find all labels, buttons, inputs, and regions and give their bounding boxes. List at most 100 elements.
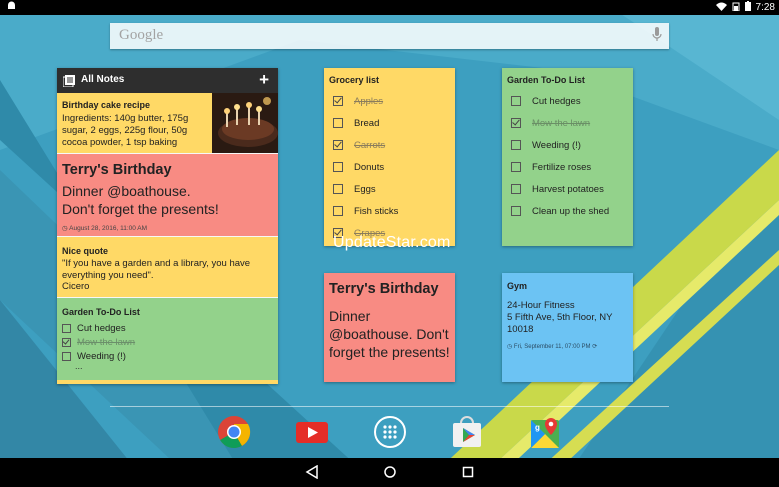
note-line: 5 Fifth Ave, 5th Floor, NY 10018 (507, 312, 613, 335)
list-item[interactable]: Weeding (!) (62, 349, 135, 363)
list-item[interactable]: Carrots (333, 134, 398, 156)
note-title: Nice quote (62, 246, 109, 256)
item-label: Carrots (354, 139, 386, 151)
app-drawer-icon[interactable] (372, 414, 408, 450)
checkbox[interactable] (511, 206, 521, 216)
checkbox[interactable] (333, 96, 343, 106)
android-notification-icon (7, 1, 16, 13)
note-body: Dinner @boathouse. Don't forget the pres… (329, 308, 450, 360)
maps-icon[interactable]: g (527, 414, 563, 450)
svg-text:g: g (535, 423, 540, 432)
checkbox[interactable] (62, 351, 71, 361)
quote-author: Cicero (62, 281, 90, 292)
checklist: Cut hedges Mow the lawn Weeding (!) Fert… (511, 90, 609, 222)
item-label: Mow the lawn (532, 117, 591, 129)
list-item[interactable]: Fish sticks (333, 200, 398, 222)
list-item[interactable]: Apples (333, 90, 398, 112)
list-item[interactable]: Mow the lawn (511, 112, 609, 134)
checklist: Cut hedges Mow the lawn Weeding (!) (62, 321, 135, 363)
all-notes-widget: All Notes + Birthday cake recipe Ingredi… (57, 68, 278, 384)
item-label: Clean up the shed (532, 205, 610, 217)
battery-icon (744, 1, 751, 14)
status-bar: 7:28 (0, 0, 779, 15)
checkbox[interactable] (333, 140, 343, 150)
mic-icon[interactable] (652, 27, 662, 47)
home-icon[interactable] (383, 465, 397, 479)
note-birthday-cake[interactable]: Birthday cake recipe Ingredients: 140g b… (57, 93, 278, 153)
item-label: Harvest potatoes (532, 183, 604, 195)
list-item[interactable]: Weeding (!) (511, 134, 609, 156)
list-title: Grocery list (329, 75, 380, 85)
note-line: 24-Hour Fitness (507, 300, 575, 311)
note-nice-quote[interactable]: Nice quote "If you have a garden and a l… (57, 237, 278, 297)
checkbox[interactable] (333, 184, 343, 194)
terrys-birthday-widget[interactable]: Terry's Birthday Dinner @boathouse. Don'… (324, 273, 455, 382)
more-indicator: ... (75, 361, 83, 371)
google-logo: Google (119, 27, 164, 43)
checklist: Apples Bread Carrots Donuts Eggs Fish st… (333, 90, 398, 244)
note-body: "If you have a garden and a library, you… (62, 258, 272, 293)
checkbox[interactable] (511, 184, 521, 194)
note-line: Don't forget the presents! (62, 201, 219, 217)
notes-list-icon (62, 74, 75, 92)
item-label: Weeding (!) (77, 350, 126, 362)
checkbox[interactable] (511, 140, 521, 150)
quote-text: "If you have a garden and a library, you… (62, 258, 251, 281)
checkbox[interactable] (62, 323, 71, 333)
repeat-icon: ⟳ (592, 344, 598, 350)
item-label: Bread (354, 117, 380, 129)
reminder-date: ◷ August 28, 2016, 11:00 AM (62, 224, 147, 232)
item-label: Fish sticks (354, 205, 399, 217)
reminder-date-text: Fri, September 11, 07:00 PM (513, 344, 591, 350)
checkbox[interactable] (333, 118, 343, 128)
note-line: Dinner @boathouse. (62, 183, 191, 199)
checkbox[interactable] (333, 206, 343, 216)
list-item[interactable]: Cut hedges (62, 321, 135, 335)
list-item[interactable]: Harvest potatoes (511, 178, 609, 200)
item-label: Apples (354, 95, 384, 107)
note-title: Birthday cake recipe (62, 100, 151, 110)
list-item[interactable]: Mow the lawn (62, 335, 135, 349)
note-body: Dinner @boathouse. Don't forget the pres… (62, 182, 219, 218)
clock-icon: ◷ (507, 344, 513, 350)
grocery-list-widget[interactable]: Grocery list Apples Bread Carrots Donuts… (324, 68, 455, 246)
signal-icon (732, 2, 740, 14)
checkbox[interactable] (511, 118, 521, 128)
list-item[interactable]: Eggs (333, 178, 398, 200)
home-screen: 7:28 Google All Notes + Birthday cake re… (0, 0, 779, 487)
item-label: Cut hedges (532, 95, 581, 107)
list-item[interactable]: Clean up the shed (511, 200, 609, 222)
gym-widget[interactable]: Gym 24-Hour Fitness 5 Fifth Ave, 5th Flo… (502, 273, 633, 382)
note-title: Gym (507, 281, 528, 291)
checkbox[interactable] (511, 162, 521, 172)
chrome-icon[interactable] (216, 414, 252, 450)
navigation-bar (0, 458, 779, 487)
note-terrys-birthday[interactable]: Terry's Birthday Dinner @boathouse. Don'… (57, 154, 278, 236)
watermark: UpdateStar.com (333, 234, 451, 251)
list-item[interactable]: Fertilize roses (511, 156, 609, 178)
google-search-bar[interactable]: Google (110, 23, 669, 49)
youtube-icon[interactable] (294, 414, 330, 450)
checkbox[interactable] (333, 162, 343, 172)
garden-todo-widget[interactable]: Garden To-Do List Cut hedges Mow the law… (502, 68, 633, 246)
checkbox[interactable] (62, 337, 71, 347)
item-label: Fertilize roses (532, 161, 592, 173)
note-next-partial[interactable] (57, 380, 278, 384)
clock: 7:28 (755, 2, 775, 13)
back-icon[interactable] (305, 465, 319, 479)
list-item[interactable]: Donuts (333, 156, 398, 178)
list-item[interactable]: Cut hedges (511, 90, 609, 112)
item-label: Mow the lawn (77, 336, 136, 348)
add-note-button[interactable]: + (259, 70, 269, 90)
reminder-date-text: August 28, 2016, 11:00 AM (69, 225, 148, 232)
item-label: Eggs (354, 183, 376, 195)
checkbox[interactable] (511, 96, 521, 106)
dock-divider (110, 406, 669, 407)
recents-icon[interactable] (461, 465, 475, 479)
clock-icon: ◷ (62, 225, 68, 232)
note-body: 24-Hour Fitness 5 Fifth Ave, 5th Floor, … (507, 300, 631, 336)
list-item[interactable]: Bread (333, 112, 398, 134)
item-label: Weeding (!) (532, 139, 581, 151)
play-store-icon[interactable] (449, 414, 485, 450)
note-garden-todo[interactable]: Garden To-Do List Cut hedges Mow the law… (57, 298, 278, 380)
